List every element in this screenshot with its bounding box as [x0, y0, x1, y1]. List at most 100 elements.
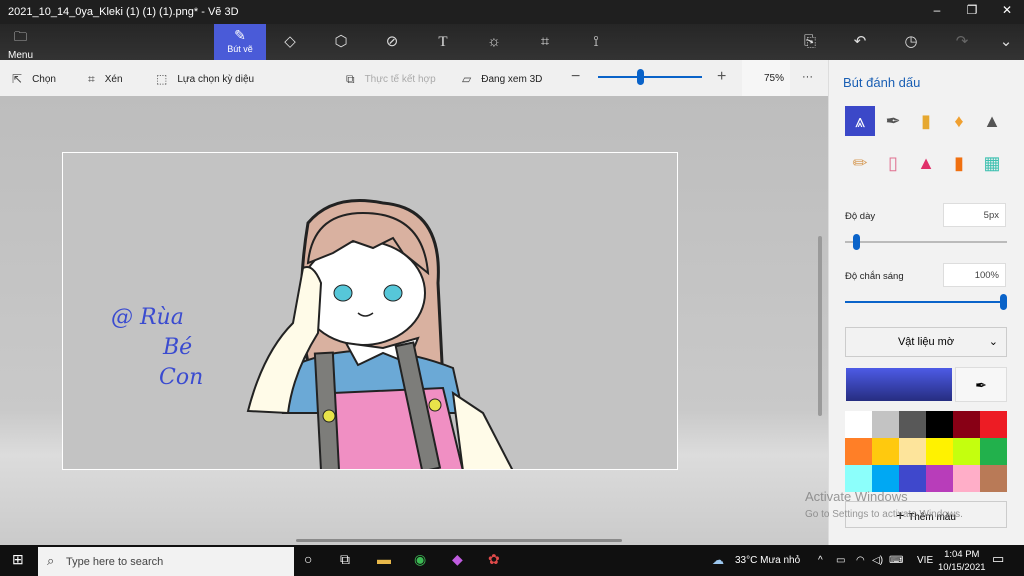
palette-color-swatch[interactable]: [899, 411, 926, 438]
palette-color-swatch[interactable]: [872, 411, 899, 438]
oil-brush-brush-icon[interactable]: ▮: [911, 106, 941, 136]
tray-chevron-icon[interactable]: ^: [818, 555, 823, 566]
zoom-out-button[interactable]: −: [571, 68, 580, 86]
palette-color-swatch[interactable]: [953, 438, 980, 465]
taskbar: ⊞ ⌕ Type here to search ○ ⧉ ▬ ◉ ◆ ✿ ☁ 33°…: [0, 545, 1024, 576]
minimize-button[interactable]: –: [922, 3, 952, 17]
thickness-slider[interactable]: [845, 234, 1007, 250]
opacity-slider-thumb[interactable]: [1000, 294, 1007, 310]
palette-color-swatch[interactable]: [872, 438, 899, 465]
activation-watermark: Activate Windows Go to Settings to activa…: [805, 489, 963, 520]
cortana-icon[interactable]: ○: [304, 551, 312, 567]
watercolor-brush-icon[interactable]: ♦: [944, 106, 974, 136]
undo-icon[interactable]: ↶: [840, 24, 880, 60]
thickness-slider-thumb[interactable]: [852, 234, 860, 250]
palette-color-swatch[interactable]: [953, 411, 980, 438]
palette-color-swatch[interactable]: [980, 465, 1007, 492]
title-bar: 2021_10_14_0ya_Kleki (1) (1) (1).png* - …: [0, 0, 1024, 24]
2d-shapes-icon[interactable]: ◇: [270, 24, 310, 60]
main-toolbar: 🗀 Menu ✎ Bút vẽ ◇ ⬡ ⊘ T ☼ ⌗ ⟟ ⎘ ↶ ◷ ↷ ⌄: [0, 24, 1024, 61]
crayon-brush-icon[interactable]: ▲: [911, 148, 941, 178]
chevron-down-icon: ⌄: [988, 336, 998, 348]
volume-icon[interactable]: ◁): [872, 555, 883, 566]
expand-icon[interactable]: ⌄: [986, 24, 1024, 60]
drawing-canvas[interactable]: @ Rùa Bé Con: [62, 152, 678, 470]
mixed-reality-icon: ⧉: [346, 72, 355, 86]
history-icon[interactable]: ◷: [891, 24, 931, 60]
close-button[interactable]: ✕: [992, 3, 1022, 17]
taskbar-search[interactable]: ⌕ Type here to search: [38, 547, 294, 576]
brushes-tab[interactable]: ✎ Bút vẽ: [214, 24, 266, 60]
cursor-icon: ⇱: [12, 72, 23, 86]
effects-icon[interactable]: ☼: [474, 24, 514, 60]
palette-color-swatch[interactable]: [926, 411, 953, 438]
fill-brush-icon[interactable]: ▦: [977, 148, 1007, 178]
palette-color-swatch[interactable]: [899, 438, 926, 465]
language-indicator[interactable]: VIE: [917, 555, 933, 566]
palette-color-swatch[interactable]: [980, 438, 1007, 465]
redo-icon[interactable]: ↷: [942, 24, 982, 60]
opacity-slider[interactable]: [845, 294, 1007, 310]
app-icon[interactable]: ✿: [488, 551, 500, 568]
zoom-slider-thumb[interactable]: [636, 69, 644, 85]
zoom-percent[interactable]: 75%: [742, 60, 790, 96]
eraser-brush-icon[interactable]: ▯: [878, 148, 908, 178]
windows-start-icon[interactable]: ⊞: [12, 551, 24, 568]
brush-icon: ✎: [234, 27, 246, 43]
mixed-reality-button[interactable]: ⧉ Thực tế kết hợp: [346, 72, 436, 87]
3d-library-icon[interactable]: ⟟: [576, 24, 616, 60]
stickers-icon[interactable]: ⊘: [372, 24, 412, 60]
palette-color-swatch[interactable]: [899, 465, 926, 492]
color-palette: [845, 411, 1007, 492]
paint-3d-icon[interactable]: ◆: [452, 551, 463, 568]
girl-illustration: [246, 199, 514, 469]
opacity-input[interactable]: 100%: [943, 263, 1006, 287]
sub-toolbar: ⇱ Chọn ⌗ Xén ⬚ Lựa chọn kỳ diệu ⧉ Thực tế kế…: [0, 60, 828, 96]
calligraphy-pen-brush-icon[interactable]: ✒: [878, 106, 908, 136]
pixel-pen-brush-icon[interactable]: ▲: [977, 106, 1007, 136]
3d-shapes-icon[interactable]: ⬡: [321, 24, 361, 60]
pencil-brush-icon[interactable]: ✏: [845, 148, 875, 178]
notifications-icon[interactable]: ▭: [992, 551, 1004, 567]
palette-color-swatch[interactable]: [845, 411, 872, 438]
zoom-in-button[interactable]: +: [717, 68, 726, 86]
thickness-input[interactable]: 5px: [943, 203, 1006, 227]
paste-icon[interactable]: ⎘: [790, 24, 830, 60]
spray-can-brush-icon[interactable]: ▮: [944, 148, 974, 178]
palette-color-swatch[interactable]: [845, 438, 872, 465]
thickness-label: Độ dày: [845, 211, 876, 222]
keyboard-icon[interactable]: ⌨: [889, 555, 903, 566]
magic-select-icon: ⬚: [156, 72, 168, 86]
palette-color-swatch[interactable]: [872, 465, 899, 492]
canvas-icon[interactable]: ⌗: [525, 24, 565, 60]
marker-brush-icon[interactable]: ⩓: [845, 106, 875, 136]
text-icon[interactable]: T: [423, 24, 463, 60]
eyedropper-button[interactable]: ✒: [955, 367, 1007, 402]
horizontal-scrollbar[interactable]: [296, 539, 622, 542]
magic-select-button[interactable]: ⬚ Lựa chọn kỳ diệu: [156, 72, 254, 86]
battery-icon[interactable]: ▭: [836, 555, 845, 566]
crop-button[interactable]: ⌗ Xén: [88, 72, 123, 87]
panel-title: Bút đánh dấu: [843, 75, 921, 90]
select-button[interactable]: ⇱ Chọn: [12, 72, 56, 86]
menu-button[interactable]: 🗀 Menu: [8, 28, 33, 61]
material-dropdown[interactable]: Vật liệu mờ ⌄: [845, 327, 1007, 357]
task-view-icon[interactable]: ⧉: [340, 551, 350, 568]
weather-text[interactable]: 33°C Mưa nhỏ: [735, 555, 800, 566]
palette-color-swatch[interactable]: [980, 411, 1007, 438]
brush-panel: Bút đánh dấu ⩓ ✒ ▮ ♦ ▲ ✏ ▯ ▲ ▮ ▦ Độ dày 5px Độ ch…: [828, 60, 1024, 545]
palette-color-swatch[interactable]: [953, 465, 980, 492]
current-color-swatch[interactable]: [846, 368, 952, 401]
zoom-slider[interactable]: [598, 69, 702, 85]
file-explorer-icon[interactable]: ▬: [377, 551, 391, 567]
palette-color-swatch[interactable]: [926, 465, 953, 492]
view-3d-button[interactable]: ▱ Đang xem 3D: [462, 72, 542, 86]
vertical-scrollbar[interactable]: [818, 236, 822, 416]
more-button[interactable]: ···: [802, 71, 813, 83]
wifi-icon[interactable]: ◠: [856, 555, 865, 566]
maximize-button[interactable]: ❐: [957, 3, 987, 17]
palette-color-swatch[interactable]: [926, 438, 953, 465]
clock[interactable]: 1:04 PM 10/15/2021: [938, 548, 986, 574]
chrome-icon[interactable]: ◉: [414, 551, 426, 568]
palette-color-swatch[interactable]: [845, 465, 872, 492]
